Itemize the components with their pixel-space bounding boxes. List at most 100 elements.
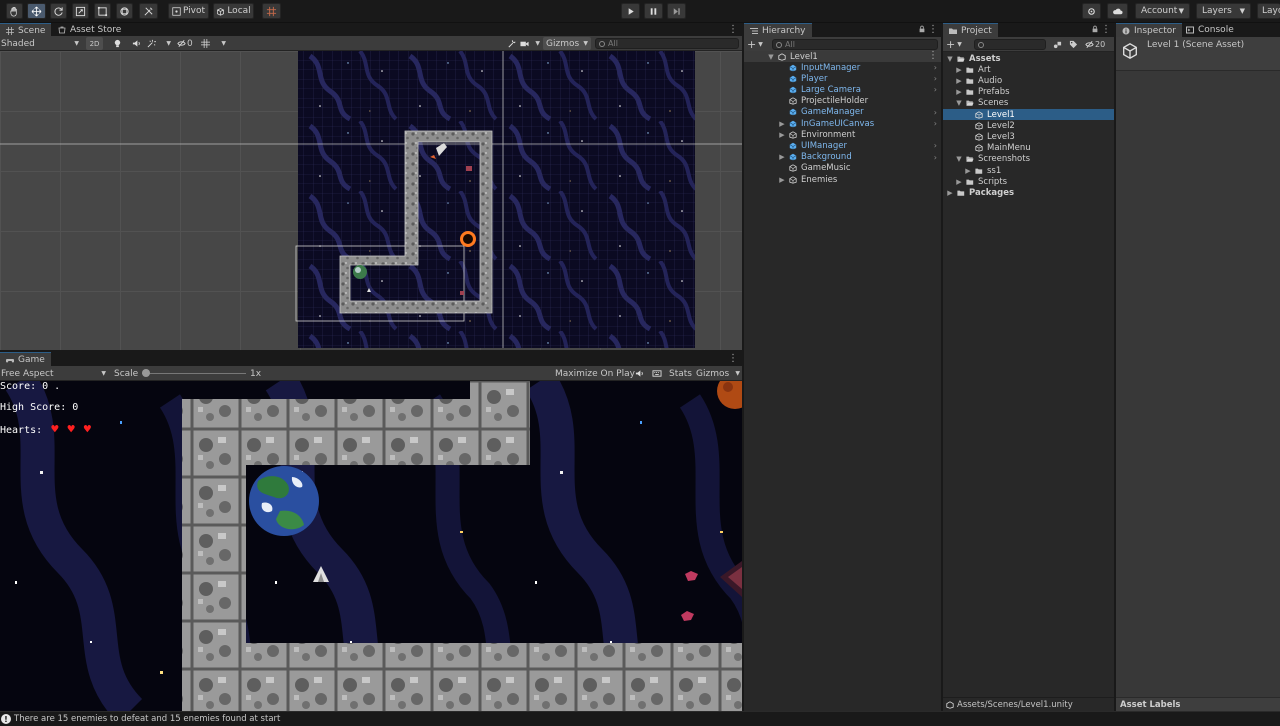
project-tree-item[interactable]: Level3 — [943, 131, 1114, 142]
chevron-down-icon[interactable]: ▼ — [955, 99, 963, 107]
move-tool-button[interactable] — [27, 3, 46, 19]
rotate-tool-button[interactable] — [50, 3, 67, 19]
camera-dropdown[interactable]: ▼ — [520, 37, 540, 50]
shortcuts-toggle[interactable] — [651, 367, 663, 380]
step-button[interactable] — [667, 3, 686, 19]
chevron-right-icon[interactable]: › — [934, 63, 937, 72]
lock-icon[interactable] — [917, 25, 927, 35]
account-dropdown[interactable]: Account ▼ — [1135, 3, 1190, 19]
lock-icon[interactable] — [1090, 25, 1100, 35]
project-tree-item[interactable]: MainMenu — [943, 143, 1114, 154]
project-tree-item[interactable]: ▼ Assets — [943, 53, 1114, 64]
hierarchy-item[interactable]: ▶ InGameUICanvas › — [744, 118, 941, 129]
lighting-toggle[interactable] — [110, 37, 124, 50]
chevron-down-icon[interactable]: ▼ — [955, 155, 963, 163]
pause-button[interactable] — [644, 3, 663, 19]
more-options-icon[interactable]: ⋮ — [928, 25, 938, 35]
more-options-icon[interactable]: ⋮ — [728, 354, 738, 364]
scene-tools-button[interactable] — [505, 37, 517, 50]
chevron-right-icon[interactable]: ▶ — [778, 120, 786, 128]
asset-labels-header[interactable]: Asset Labels — [1116, 697, 1280, 711]
grid-dropdown[interactable]: ▼ — [201, 37, 226, 50]
chevron-down-icon[interactable]: ▼ — [946, 55, 954, 63]
project-tree-item[interactable]: ▼ Screenshots — [943, 154, 1114, 165]
layout-dropdown[interactable]: Layo — [1257, 3, 1280, 19]
game-viewport[interactable]: Score: 0 . High Score: 0 Hearts: ♥ ♥ ♥ — [0, 381, 742, 711]
scale-slider[interactable] — [142, 367, 246, 380]
more-options-icon[interactable]: ⋮ — [728, 25, 738, 35]
scale-tool-button[interactable] — [72, 3, 89, 19]
tab-inspector[interactable]: Inspector — [1116, 23, 1182, 37]
hierarchy-item[interactable]: Large Camera › — [744, 84, 941, 95]
project-tree-item[interactable]: ▶ ss1 — [943, 165, 1114, 176]
create-asset-dropdown[interactable]: + ▼ — [946, 38, 966, 51]
tab-asset-store[interactable]: Asset Store — [52, 23, 127, 37]
status-bar[interactable]: ! There are 15 enemies to defeat and 15 … — [0, 711, 1280, 726]
project-tree-item[interactable]: ▶ Art — [943, 64, 1114, 75]
tab-game[interactable]: Game — [0, 352, 51, 366]
chevron-right-icon[interactable]: ▶ — [964, 167, 972, 175]
more-options-icon[interactable]: ⋮ — [1101, 25, 1111, 35]
project-tree-item[interactable]: Level1 — [943, 109, 1114, 120]
scene-viewport[interactable] — [0, 51, 742, 350]
hierarchy-item[interactable]: GameMusic — [744, 163, 941, 174]
hierarchy-item[interactable]: GameManager › — [744, 107, 941, 118]
project-tree-item[interactable]: Level2 — [943, 120, 1114, 131]
hand-tool-button[interactable] — [6, 3, 23, 19]
filter-by-type-button[interactable] — [1051, 38, 1063, 51]
tab-hierarchy[interactable]: Hierarchy — [744, 23, 812, 37]
chevron-right-icon[interactable]: ▶ — [778, 131, 786, 139]
hierarchy-search-input[interactable]: All — [772, 39, 938, 50]
more-options-icon[interactable]: ⋮ — [928, 51, 938, 61]
game-gizmos-dropdown[interactable]: Gizmos ▼ — [696, 367, 740, 380]
chevron-right-icon[interactable]: ▶ — [778, 153, 786, 161]
project-search-input[interactable] — [974, 39, 1046, 50]
pivot-toggle[interactable]: Pivot — [168, 3, 209, 19]
create-dropdown[interactable]: + ▼ — [747, 38, 767, 51]
services-button[interactable] — [1082, 3, 1101, 19]
cloud-button[interactable] — [1107, 3, 1128, 19]
hierarchy-item[interactable]: ProjectileHolder — [744, 96, 941, 107]
tab-console[interactable]: Console — [1180, 23, 1240, 37]
hidden-objects-toggle[interactable]: 0 — [177, 37, 199, 50]
chevron-right-icon[interactable]: › — [934, 108, 937, 117]
effects-dropdown[interactable]: ▼ — [147, 37, 171, 50]
filter-by-label-button[interactable] — [1067, 38, 1079, 51]
chevron-right-icon[interactable]: ▶ — [955, 77, 963, 85]
rect-tool-button[interactable] — [94, 3, 111, 19]
project-tree-item[interactable]: ▶ Prefabs — [943, 87, 1114, 98]
gizmos-dropdown[interactable]: Gizmos ▼ — [543, 37, 591, 50]
chevron-right-icon[interactable]: › — [934, 153, 937, 162]
grid-snap-button[interactable] — [262, 3, 281, 19]
tab-scene[interactable]: Scene — [0, 23, 52, 37]
layers-dropdown[interactable]: Layers ▼ — [1196, 3, 1251, 19]
hidden-packages-toggle[interactable]: 20 — [1085, 38, 1112, 51]
chevron-right-icon[interactable]: ▶ — [778, 176, 786, 184]
hierarchy-item[interactable]: ▶ Enemies — [744, 174, 941, 185]
tab-project[interactable]: Project — [943, 23, 998, 37]
hierarchy-item[interactable]: UIManager › — [744, 140, 941, 151]
local-toggle[interactable]: Local — [213, 3, 254, 19]
shading-mode-dropdown[interactable]: Shaded ▼ — [1, 37, 81, 50]
chevron-right-icon[interactable]: › — [934, 85, 937, 94]
hierarchy-item[interactable]: ▶ Background › — [744, 152, 941, 163]
hierarchy-item[interactable]: Player › — [744, 73, 941, 84]
scale-slider-thumb[interactable] — [142, 369, 150, 377]
play-button[interactable] — [621, 3, 640, 19]
project-tree-item[interactable]: ▶ Packages — [943, 187, 1114, 198]
chevron-right-icon[interactable]: ▶ — [955, 88, 963, 96]
2d-toggle[interactable]: 2D — [86, 37, 103, 50]
maximize-on-play-toggle[interactable]: Maximize On Play — [555, 367, 635, 380]
stats-toggle[interactable]: Stats — [669, 367, 692, 380]
chevron-right-icon[interactable]: › — [934, 119, 937, 128]
audio-toggle[interactable] — [129, 37, 143, 50]
mute-toggle[interactable] — [633, 367, 645, 380]
hierarchy-scene-row[interactable]: ▼ Level1 ⋮ — [744, 51, 941, 62]
chevron-right-icon[interactable]: › — [934, 141, 937, 150]
hierarchy-item[interactable]: ▶ Environment — [744, 129, 941, 140]
chevron-right-icon[interactable]: ▶ — [955, 66, 963, 74]
project-tree-item[interactable]: ▶ Scripts — [943, 176, 1114, 187]
chevron-right-icon[interactable]: ▶ — [946, 189, 954, 197]
project-tree-item[interactable]: ▼ Scenes — [943, 98, 1114, 109]
chevron-right-icon[interactable]: ▶ — [955, 178, 963, 186]
